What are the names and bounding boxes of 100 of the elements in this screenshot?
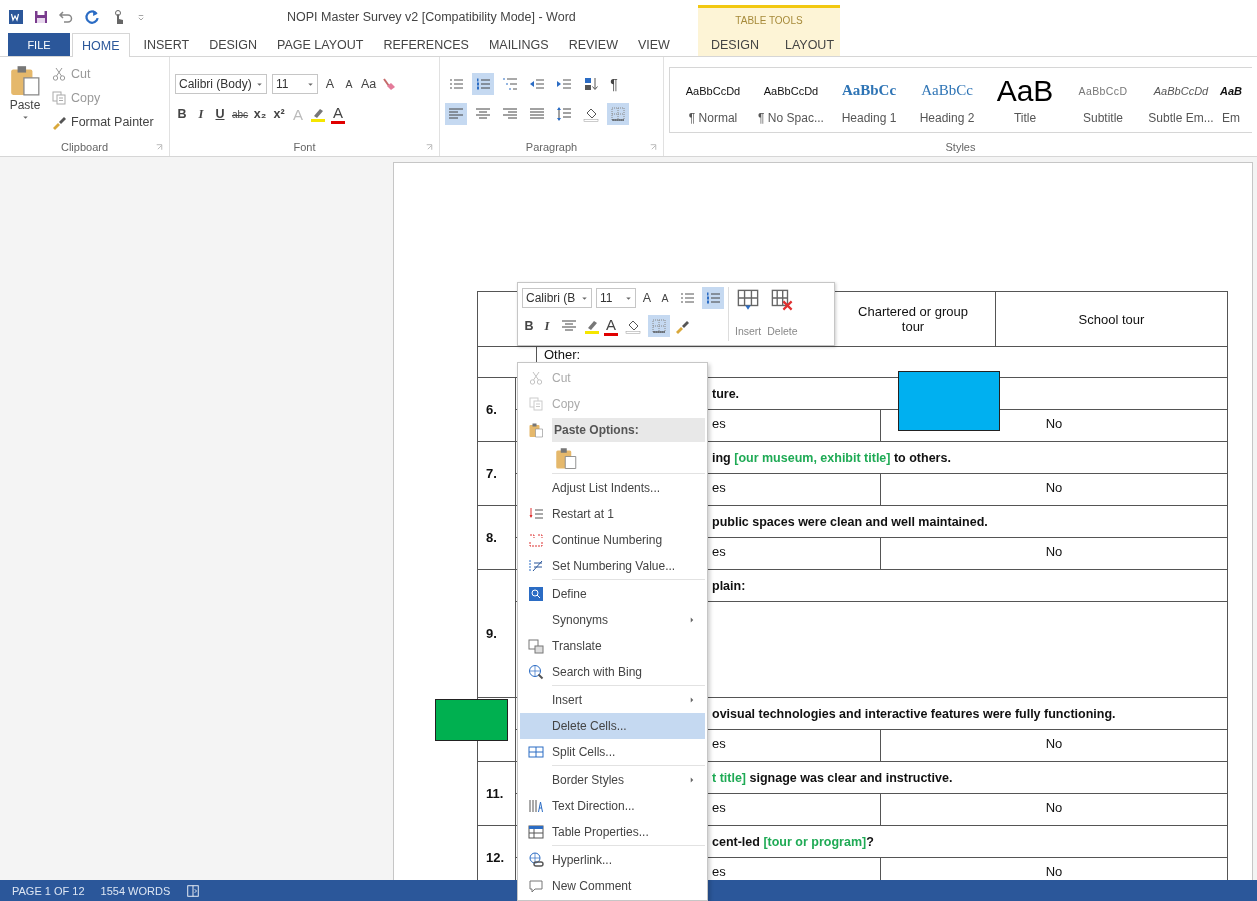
- shrink-font-button[interactable]: A: [342, 74, 356, 94]
- style-item[interactable]: AaBbCcDd ¶ No Spac...: [752, 68, 830, 132]
- table-cell: No: [1045, 417, 1063, 431]
- list-value-icon: [528, 558, 544, 574]
- table-delete-icon: [771, 289, 794, 311]
- strikethrough-button[interactable]: abc: [232, 104, 249, 124]
- align-left-icon[interactable]: [445, 103, 467, 125]
- insert-button[interactable]: Insert: [733, 287, 764, 341]
- text-direction-icon: [528, 798, 544, 814]
- underline-button[interactable]: U: [213, 104, 227, 124]
- font-color-button[interactable]: A: [331, 104, 346, 124]
- caret-icon: [20, 113, 30, 122]
- dialog-launcher-icon[interactable]: [155, 143, 164, 152]
- menu-item[interactable]: Set Numbering Value...: [520, 553, 705, 579]
- repeat-icon[interactable]: [83, 7, 101, 26]
- page-count[interactable]: PAGE 1 OF 12: [12, 884, 85, 897]
- menu-item[interactable]: Define: [520, 581, 705, 607]
- globe-search-icon: [528, 664, 544, 680]
- ribbon-tab[interactable]: DESIGN: [199, 33, 268, 56]
- menu-item[interactable]: Synonyms: [520, 607, 705, 633]
- superscript-button[interactable]: x²: [272, 104, 287, 124]
- bold-button[interactable]: B: [175, 104, 189, 124]
- table-cell: Other:: [544, 348, 581, 361]
- copy-icon: [528, 396, 544, 412]
- style-item[interactable]: AaBbCcDd Subtle Em...: [1142, 68, 1220, 132]
- question-text: ing [our museum, exhibit title] to others.: [712, 450, 951, 465]
- ribbon-tab[interactable]: INSERT: [133, 33, 200, 56]
- menu-item[interactable]: Table Properties...: [520, 819, 705, 845]
- style-item[interactable]: AaBbCc Heading 2: [908, 68, 986, 132]
- delete-button[interactable]: Delete: [765, 287, 800, 341]
- ribbon-tab[interactable]: PAGE LAYOUT: [267, 33, 374, 56]
- font-color-button[interactable]: A: [604, 316, 618, 336]
- table-cell: 7.: [478, 442, 516, 506]
- show-marks-button[interactable]: ¶: [607, 74, 621, 94]
- menu-item[interactable]: Text Direction...: [520, 793, 705, 819]
- italic-button[interactable]: I: [540, 316, 554, 336]
- clipboard-icon: [554, 446, 578, 470]
- font-name-field[interactable]: Calibri (Body): [175, 74, 267, 94]
- table-cell: No: [1045, 865, 1063, 879]
- undo-icon[interactable]: [58, 8, 74, 25]
- word-count[interactable]: 1554 WORDS: [100, 884, 171, 897]
- menu-item[interactable]: New Comment: [520, 873, 705, 899]
- eraser-icon[interactable]: [381, 76, 398, 92]
- menu-item[interactable]: Translate: [520, 633, 705, 659]
- menu-item[interactable]: Search with Bing: [520, 659, 705, 685]
- ribbon-tab[interactable]: FILE: [8, 33, 70, 56]
- menu-item[interactable]: Insert: [520, 687, 705, 713]
- font-size-field[interactable]: 11: [272, 74, 318, 94]
- app-icon[interactable]: [8, 8, 24, 25]
- style-item[interactable]: AaBbCc Heading 1: [830, 68, 908, 132]
- table-insert-icon: [737, 289, 760, 311]
- table-cell: es: [712, 417, 726, 431]
- scissors-icon: [51, 66, 67, 82]
- ribbon-tab[interactable]: REVIEW: [558, 33, 628, 56]
- ribbon-tab[interactable]: MAILINGS: [478, 33, 559, 56]
- font-size-field[interactable]: 11: [596, 288, 636, 308]
- borders-icon[interactable]: [607, 103, 629, 125]
- subscript-button[interactable]: x₂: [253, 104, 268, 124]
- clipboard-icon: [8, 63, 42, 97]
- style-item[interactable]: AaBbCcDd ¶ Normal: [674, 68, 752, 132]
- dialog-launcher-icon[interactable]: [649, 143, 658, 152]
- italic-button[interactable]: I: [194, 104, 208, 124]
- menu-item[interactable]: Split Cells...: [520, 739, 705, 765]
- shrink-font-button[interactable]: A: [658, 288, 672, 308]
- group-label: Styles: [945, 141, 976, 153]
- format-painter-button[interactable]: Format Painter: [51, 111, 154, 133]
- ribbon-tab[interactable]: HOME: [72, 33, 130, 57]
- bold-button[interactable]: B: [522, 316, 536, 336]
- ribbon-tab[interactable]: LAYOUT: [771, 33, 848, 56]
- ribbon-tab[interactable]: VIEW: [627, 33, 680, 56]
- borders-icon[interactable]: [648, 315, 670, 337]
- ribbon-tab[interactable]: DESIGN: [698, 33, 772, 56]
- numbering-icon[interactable]: [472, 73, 494, 95]
- menu-item[interactable]: Hyperlink...: [520, 847, 705, 873]
- grow-font-button[interactable]: A: [640, 288, 654, 308]
- hyperlink-icon: [528, 852, 544, 868]
- proofing-icon[interactable]: [186, 883, 201, 898]
- table-cell: 9.: [478, 570, 516, 698]
- style-item[interactable]: AaBbCcD Subtitle: [1064, 68, 1142, 132]
- highlighter-icon[interactable]: [584, 318, 600, 334]
- paste-button[interactable]: Paste: [5, 61, 45, 138]
- menu-item[interactable]: Delete Cells...: [520, 713, 705, 739]
- dialog-launcher-icon[interactable]: [425, 143, 434, 152]
- save-icon[interactable]: [33, 8, 49, 25]
- menu-item[interactable]: Adjust List Indents...: [520, 475, 705, 501]
- menu-item[interactable]: Border Styles: [520, 767, 705, 793]
- question-text: cent-led [tour or program]?: [712, 834, 874, 849]
- style-item[interactable]: AaB Title: [986, 68, 1064, 132]
- paintbrush-icon[interactable]: [674, 318, 690, 334]
- scissors-icon: [528, 370, 544, 386]
- style-item[interactable]: AaB Em: [1220, 68, 1242, 132]
- menu-item[interactable]: Continue Numbering: [520, 527, 705, 553]
- ribbon-tab[interactable]: REFERENCES: [373, 33, 479, 56]
- highlighter-icon[interactable]: [310, 106, 327, 122]
- menu-item[interactable]: Restart at 1: [520, 501, 705, 527]
- table-cell: es: [712, 481, 726, 495]
- numbering-icon[interactable]: [702, 287, 724, 309]
- font-name-field[interactable]: Calibri (B: [522, 288, 592, 308]
- change-case-button[interactable]: Aa: [361, 74, 377, 94]
- grow-font-button[interactable]: A: [323, 74, 337, 94]
